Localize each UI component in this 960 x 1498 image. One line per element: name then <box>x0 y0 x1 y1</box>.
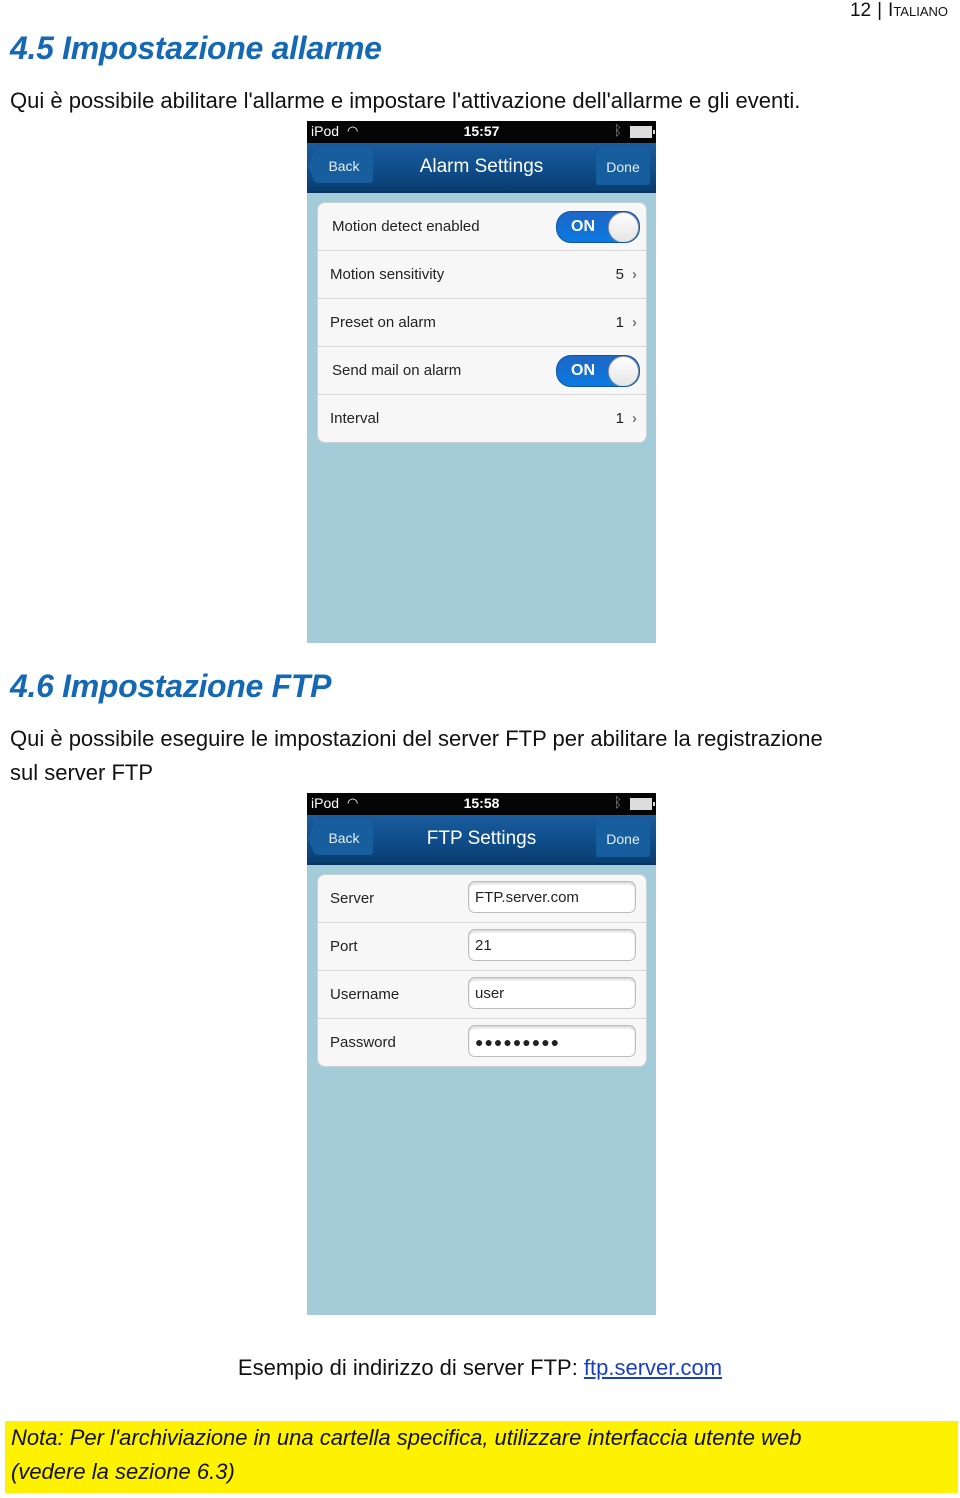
example-text: Esempio di indirizzo di server FTP: <box>237 1355 584 1380</box>
navigation-bar: Back Alarm Settings Done <box>307 143 656 193</box>
status-time: 15:58 <box>463 795 500 811</box>
toggle-knob <box>608 356 639 386</box>
ftp-example: Esempio di indirizzo di server FTP: ftp.… <box>0 1355 960 1381</box>
battery-icon <box>630 126 655 138</box>
setting-row-motion-detect: Motion detect enabled ON <box>318 203 646 251</box>
alarm-settings-screenshot: iPod ◠ 15:57 ᛒ Back Alarm Settings Done … <box>307 121 656 643</box>
form-row-server: Server FTP.server.com <box>318 875 646 923</box>
form-row-port: Port 21 <box>318 923 646 971</box>
header-separator: | <box>877 0 883 21</box>
ftp-settings-screenshot: iPod ◠ 15:58 ᛒ Back FTP Settings Done Se… <box>307 793 656 1315</box>
field-label: Password <box>330 1034 396 1051</box>
row-value: 1 <box>615 314 624 331</box>
description-line-2: sul server FTP <box>10 760 154 785</box>
server-input[interactable]: FTP.server.com <box>468 881 636 913</box>
note-box: Nota: Per l'archiviazione in una cartell… <box>5 1421 958 1493</box>
setting-row-interval[interactable]: Interval 1 › <box>318 395 646 442</box>
example-ftp-link[interactable]: ftp.server.com <box>584 1355 722 1380</box>
username-input[interactable]: user <box>468 977 636 1009</box>
setting-row-motion-sensitivity[interactable]: Motion sensitivity 5 › <box>318 251 646 299</box>
page-number: 12 <box>849 0 872 21</box>
motion-detect-toggle[interactable]: ON <box>556 211 640 243</box>
send-mail-toggle[interactable]: ON <box>556 355 640 387</box>
done-button[interactable]: Done <box>596 821 650 857</box>
bluetooth-icon: ᛒ <box>613 794 622 810</box>
row-label: Motion sensitivity <box>330 266 445 283</box>
toggle-state: ON <box>571 218 595 235</box>
section-heading-ftp: 4.6 Impostazione FTP <box>10 668 332 704</box>
row-label: Motion detect enabled <box>332 218 480 235</box>
description-line-1: Qui è possibile eseguire le impostazioni… <box>10 726 823 751</box>
chevron-right-icon: › <box>632 314 637 331</box>
section-heading-alarm: 4.5 Impostazione allarme <box>10 30 382 66</box>
toggle-state: ON <box>571 362 595 379</box>
ftp-settings-form: Server FTP.server.com Port 21 Username u… <box>317 874 647 1067</box>
field-label: Port <box>330 938 358 955</box>
chevron-right-icon: › <box>632 266 637 283</box>
note-line-2: (vedere la sezione 6.3) <box>11 1459 235 1484</box>
header-language: Italiano <box>888 0 948 21</box>
page-header: 12 | Italiano <box>850 0 948 22</box>
password-input[interactable]: ●●●●●●●●● <box>468 1025 636 1057</box>
setting-row-send-mail: Send mail on alarm ON <box>318 347 646 395</box>
status-bar: iPod ◠ 15:58 ᛒ <box>307 793 656 815</box>
note-line-1: Nota: Per l'archiviazione in una cartell… <box>11 1425 802 1450</box>
status-time: 15:57 <box>463 123 500 139</box>
navigation-bar: Back FTP Settings Done <box>307 815 656 865</box>
setting-row-preset-on-alarm[interactable]: Preset on alarm 1 › <box>318 299 646 347</box>
chevron-right-icon: › <box>632 410 637 427</box>
alarm-settings-list: Motion detect enabled ON Motion sensitiv… <box>317 202 647 443</box>
section-description-alarm: Qui è possibile abilitare l'allarme e im… <box>10 88 801 113</box>
row-label: Send mail on alarm <box>332 362 462 379</box>
form-row-password: Password ●●●●●●●●● <box>318 1019 646 1066</box>
port-input[interactable]: 21 <box>468 929 636 961</box>
row-value: 1 <box>615 410 624 427</box>
toggle-knob <box>608 212 639 242</box>
field-label: Server <box>330 890 375 907</box>
status-bar: iPod ◠ 15:57 ᛒ <box>307 121 656 143</box>
battery-icon <box>630 798 655 810</box>
field-label: Username <box>330 986 400 1003</box>
done-button[interactable]: Done <box>596 149 650 185</box>
form-row-username: Username user <box>318 971 646 1019</box>
bluetooth-icon: ᛒ <box>613 122 622 138</box>
section-description-ftp: Qui è possibile eseguire le impostazioni… <box>10 722 940 790</box>
row-label: Preset on alarm <box>330 314 436 331</box>
row-label: Interval <box>330 410 380 427</box>
row-value: 5 <box>615 266 624 283</box>
